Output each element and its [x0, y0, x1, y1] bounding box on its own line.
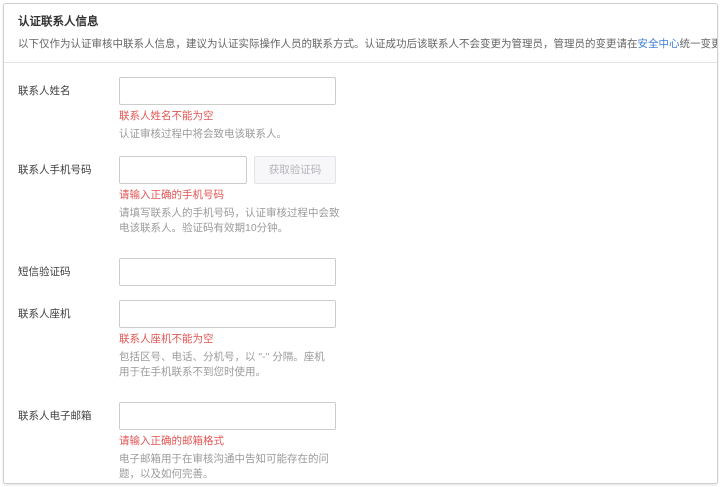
mobile-number-hint: 请填写联系人的手机号码，认证审核过程中会致 电该联系人。验证码有效期10分钟。	[119, 206, 340, 235]
landline-label: 联系人座机	[18, 307, 71, 320]
sms-code-input[interactable]	[119, 257, 336, 286]
landline-row: 联系人座机 联系人座机不能为空 包括区号、电话、分机号，以 "-" 分隔。座机 …	[18, 299, 703, 381]
mobile-number-input[interactable]	[119, 155, 247, 184]
sms-code-label: 短信验证码	[18, 265, 71, 278]
email-label: 联系人电子邮箱	[18, 409, 92, 422]
sms-code-row: 短信验证码	[18, 257, 703, 286]
contact-form: 联系人姓名 联系人姓名不能为空 认证审核过程中将会致电该联系人。 联系人手机号码…	[4, 63, 717, 483]
email-input[interactable]	[119, 401, 336, 430]
mobile-number-row: 联系人手机号码 获取验证码 请输入正确的手机号码 请填写联系人的手机号码，认证审…	[18, 155, 703, 237]
description-text-after: 统一变更。	[679, 38, 718, 50]
get-verification-code-button[interactable]: 获取验证码	[254, 155, 336, 184]
landline-hint: 包括区号、电话、分机号，以 "-" 分隔。座机 用于在手机联系不到您时使用。	[119, 350, 325, 379]
description-text-before: 以下仅作为认证审核中联系人信息，建议为认证实际操作人员的联系方式。认证成功后该联…	[18, 38, 638, 50]
email-row: 联系人电子邮箱 请输入正确的邮箱格式 电子邮箱用于在审核沟通中告知可能存在的问 …	[18, 401, 703, 483]
contact-name-row: 联系人姓名 联系人姓名不能为空 认证审核过程中将会致电该联系人。	[18, 77, 703, 143]
panel-description: 以下仅作为认证审核中联系人信息，建议为认证实际操作人员的联系方式。认证成功后该联…	[18, 37, 717, 51]
mobile-number-error: 请输入正确的手机号码	[119, 188, 224, 201]
email-hint: 电子邮箱用于在审核沟通中告知可能存在的问 题，以及如何完善。	[119, 452, 329, 481]
panel-header: 认证联系人信息 以下仅作为认证审核中联系人信息，建议为认证实际操作人员的联系方式…	[4, 4, 717, 62]
security-center-link[interactable]: 安全中心	[638, 38, 680, 50]
certification-contact-panel: 认证联系人信息 以下仅作为认证审核中联系人信息，建议为认证实际操作人员的联系方式…	[3, 3, 718, 484]
contact-name-input[interactable]	[119, 77, 336, 105]
landline-input[interactable]	[119, 299, 336, 328]
contact-name-hint: 认证审核过程中将会致电该联系人。	[119, 128, 287, 140]
contact-name-label: 联系人姓名	[18, 85, 71, 97]
email-error: 请输入正确的邮箱格式	[119, 434, 224, 447]
contact-name-error: 联系人姓名不能为空	[119, 110, 214, 122]
panel-title: 认证联系人信息	[18, 16, 99, 28]
mobile-number-label: 联系人手机号码	[18, 163, 92, 176]
landline-error: 联系人座机不能为空	[119, 332, 214, 345]
